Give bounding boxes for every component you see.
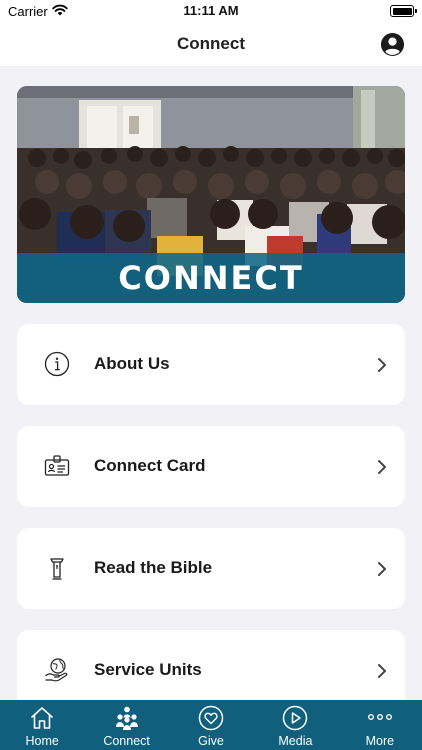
- chevron-right-icon: [378, 358, 386, 372]
- pulpit-icon: [50, 558, 64, 580]
- connect-card-button[interactable]: Connect Card: [17, 426, 405, 507]
- main-content[interactable]: CONNECT About Us Connect Card Read the B…: [0, 66, 422, 700]
- battery-icon: [390, 5, 417, 17]
- profile-button[interactable]: [380, 32, 405, 57]
- tab-media[interactable]: Media: [253, 700, 337, 750]
- tab-home[interactable]: Home: [0, 700, 84, 750]
- tab-more-label: More: [365, 734, 395, 748]
- status-time: 11:11 AM: [183, 3, 239, 18]
- tab-home-label: Home: [25, 734, 59, 748]
- tab-media-label: Media: [278, 734, 313, 748]
- more-dots-icon: [367, 713, 392, 720]
- hero-banner: CONNECT: [17, 253, 405, 303]
- about-us-label: About Us: [94, 354, 170, 373]
- chevron-right-icon: [378, 562, 386, 576]
- globe-in-hand-icon: [45, 658, 68, 682]
- connect-hero-image: CONNECT: [17, 86, 405, 303]
- status-bar: Carrier 11:11 AM: [0, 0, 422, 24]
- hero-banner-text: CONNECT: [118, 259, 304, 297]
- page-title: Connect: [177, 34, 245, 53]
- connect-card-label: Connect Card: [94, 456, 206, 475]
- people-icon: [115, 706, 138, 730]
- read-the-bible-label: Read the Bible: [94, 558, 213, 577]
- about-us-button[interactable]: About Us: [17, 324, 405, 405]
- home-icon: [31, 707, 54, 729]
- id-card-icon: [44, 455, 70, 476]
- nav-bar: Connect: [0, 24, 422, 66]
- service-units-button[interactable]: Service Units: [17, 630, 405, 700]
- tab-connect[interactable]: Connect: [84, 700, 168, 750]
- heart-circle-icon: [198, 705, 224, 731]
- tab-give-label: Give: [198, 734, 224, 748]
- play-circle-icon: [283, 705, 308, 731]
- service-units-label: Service Units: [94, 660, 202, 679]
- chevron-right-icon: [378, 664, 386, 678]
- chevron-right-icon: [378, 460, 386, 474]
- tab-bar: Home Connect Give Media More: [0, 700, 422, 750]
- tab-more[interactable]: More: [338, 700, 422, 750]
- info-circle-icon: [44, 351, 70, 377]
- read-the-bible-button[interactable]: Read the Bible: [17, 528, 405, 609]
- tab-give[interactable]: Give: [169, 700, 253, 750]
- tab-connect-label: Connect: [103, 734, 150, 748]
